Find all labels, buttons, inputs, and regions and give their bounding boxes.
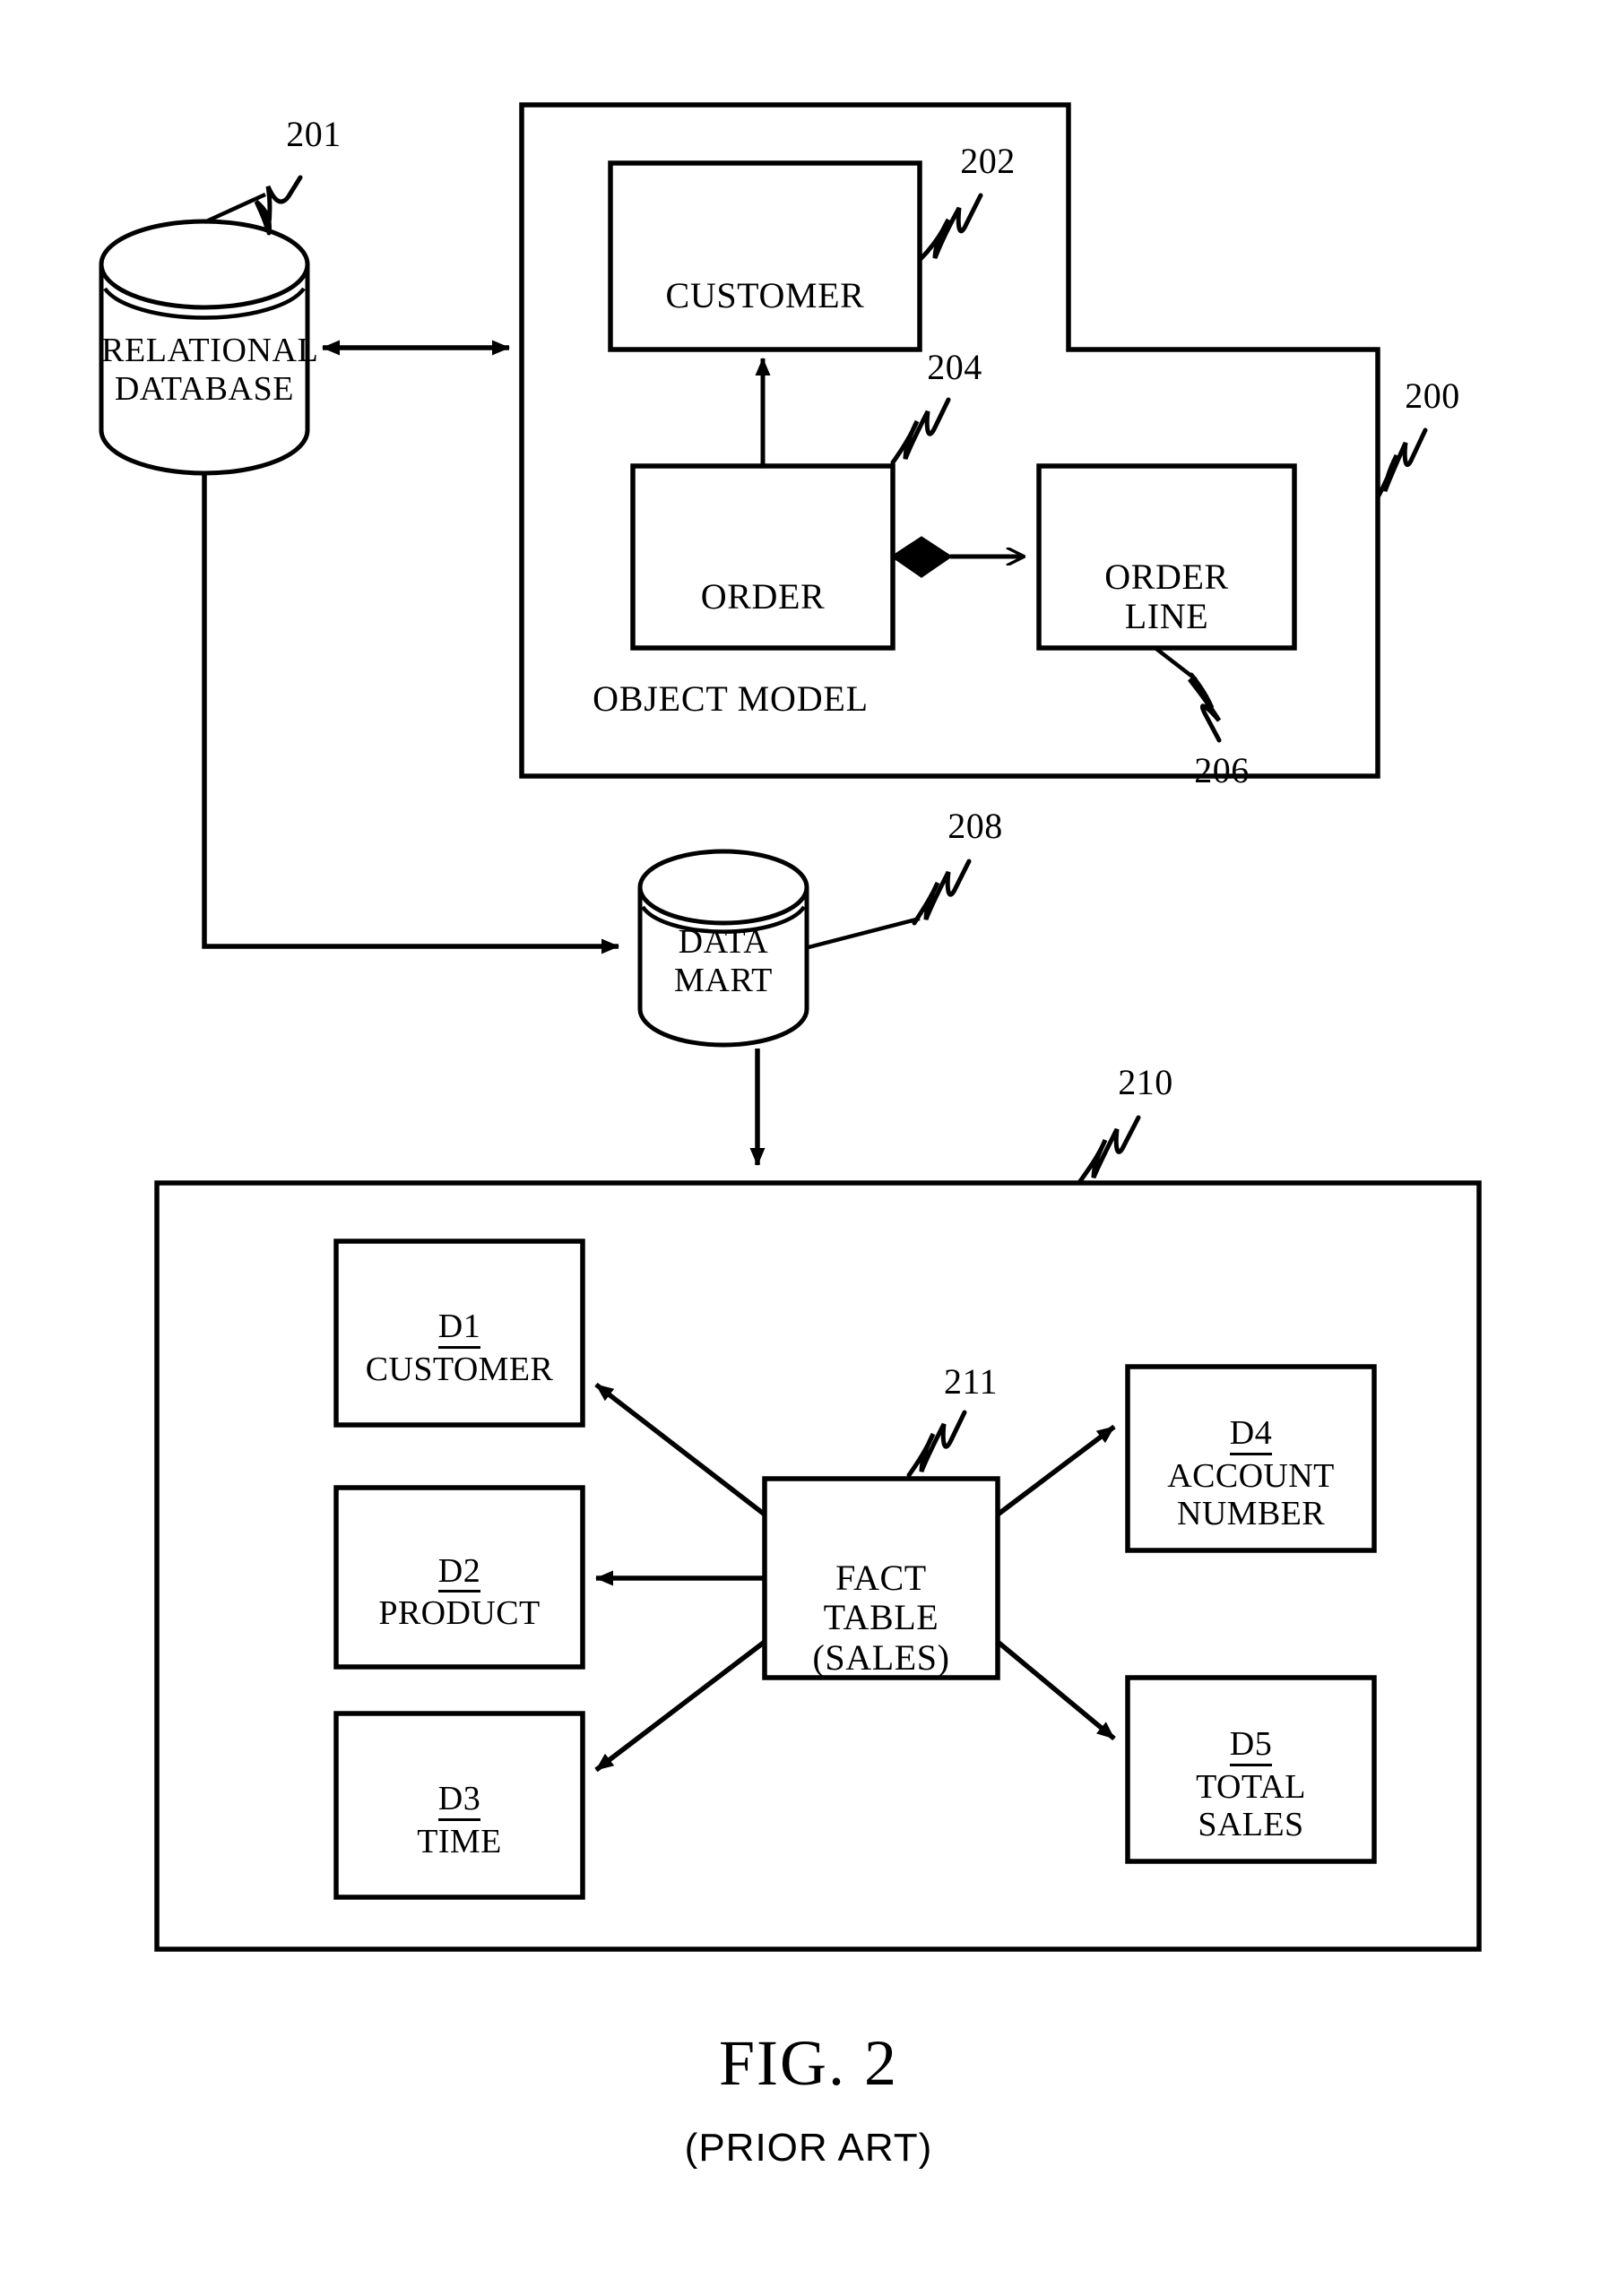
dimension-label-d4: D4 ACCOUNT NUMBER: [1128, 1367, 1374, 1550]
dimension-code-d3: D3: [437, 1781, 481, 1821]
connector-fact-to-d1: [594, 1382, 766, 1517]
ref-number-201: 201: [286, 114, 342, 154]
ref-leader-211: [906, 1410, 967, 1478]
ref-leader-208: [804, 859, 972, 951]
connector-fact-to-d4: [996, 1424, 1116, 1517]
dimension-code-d1: D1: [437, 1308, 481, 1349]
order-line-class-label: ORDER LINE: [1039, 466, 1294, 648]
dimension-name-d5: TOTAL SALES: [1196, 1768, 1306, 1843]
connector-fact-to-d5: [996, 1639, 1116, 1741]
object-model-caption: OBJECT MODEL: [593, 678, 869, 719]
dimension-name-d1: CUSTOMER: [365, 1350, 554, 1388]
customer-class-text: CUSTOMER: [665, 275, 865, 316]
dimension-name-d3: TIME: [417, 1822, 502, 1860]
ref-leader-210: [1077, 1115, 1141, 1184]
dimension-name-d4: ACCOUNT NUMBER: [1167, 1457, 1335, 1532]
connector-order-to-order-line: [890, 536, 1024, 578]
ref-number-206: 206: [1194, 750, 1250, 790]
dimension-code-d2: D2: [437, 1553, 481, 1593]
dimension-code-d4: D4: [1229, 1415, 1273, 1456]
dimension-label-d5: D5 TOTAL SALES: [1128, 1678, 1374, 1861]
customer-class-label: CUSTOMER: [610, 163, 920, 350]
ref-number-204: 204: [927, 347, 982, 387]
relational-database-label: RELATIONAL DATABASE: [101, 332, 319, 408]
order-class-text: ORDER: [700, 575, 826, 617]
ref-number-208: 208: [947, 806, 1003, 846]
connector-fact-to-d3: [594, 1639, 766, 1773]
dimension-name-d2: PRODUCT: [378, 1594, 541, 1633]
ref-number-200: 200: [1405, 375, 1460, 416]
ref-number-211: 211: [943, 1361, 998, 1402]
dimension-code-d5: D5: [1229, 1726, 1273, 1767]
ref-number-210: 210: [1118, 1062, 1173, 1102]
ref-number-202: 202: [960, 141, 1016, 181]
ref-leader-200: [1375, 427, 1428, 500]
ref-leader-202: [917, 193, 983, 263]
dimension-label-d2: D2 PRODUCT: [336, 1488, 583, 1667]
dimension-label-d3: D3 TIME: [336, 1713, 583, 1897]
order-class-label: ORDER: [633, 466, 893, 648]
figure-caption: FIG. 2: [718, 2027, 898, 2099]
dimension-label-d1: D1 CUSTOMER: [336, 1241, 583, 1425]
fact-table-text: FACT TABLE (SALES): [812, 1557, 950, 1679]
patent-figure: 201 202 204 206 200 208 210 211 RELATION…: [0, 0, 1618, 2296]
fact-table-label: FACT TABLE (SALES): [765, 1479, 998, 1678]
figure-subcaption: (PRIOR ART): [684, 2126, 933, 2170]
data-mart-label: DATA MART: [674, 923, 773, 999]
order-line-class-text: ORDER LINE: [1104, 556, 1229, 637]
